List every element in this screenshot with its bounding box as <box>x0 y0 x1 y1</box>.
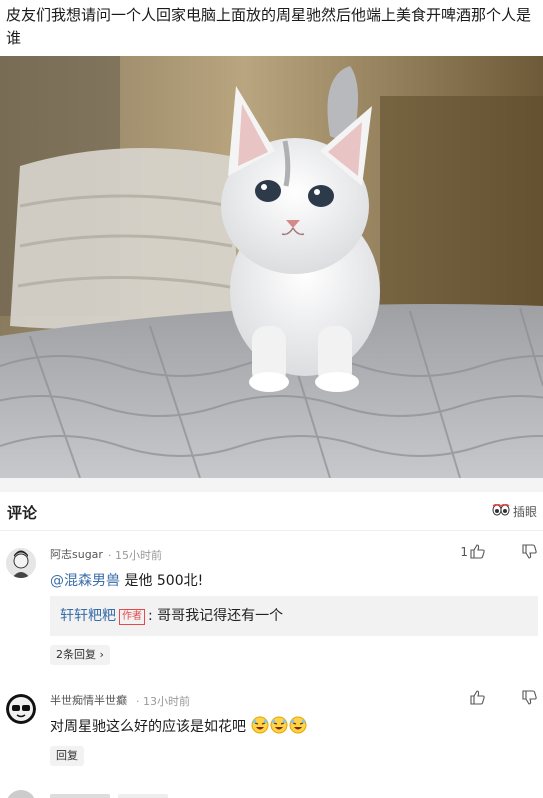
comment-time: · 13小时前 <box>136 695 190 708</box>
comment-username[interactable]: 半世痴情半世癫 <box>50 692 127 708</box>
reply-button[interactable]: 回复 <box>50 746 84 766</box>
ins-button[interactable]: 插眼 <box>492 503 537 520</box>
view-replies-button[interactable]: 2条回复 › <box>50 645 110 665</box>
thumbs-up-icon <box>470 544 485 559</box>
reply-preview[interactable]: 轩轩粑粑 作者: 哥哥我记得还有一个 <box>50 596 538 636</box>
comment-body: 对周星驰这么好的应该是如花吧 <box>50 719 246 735</box>
comment-text: 对周星驰这么好的应该是如花吧 <box>50 716 307 738</box>
post-title: 皮友们我想请问一个人回家电脑上面放的周星驰然后他端上美食开啤酒那个人是谁 <box>6 6 532 47</box>
thumbs-down-icon[interactable] <box>522 544 537 563</box>
comment-item: 阿志sugar · 15小时前 1 @混森男兽 是他 500北! 轩轩粑粑 作者:… <box>0 544 543 676</box>
post-image[interactable] <box>0 56 543 478</box>
comment-item: 半世痴情半世癫 · 13小时前 对周星驰这么好的应该是如花吧 回复 <box>0 690 543 772</box>
reply-username[interactable]: 轩轩粑粑 <box>60 608 116 624</box>
avatar[interactable] <box>6 548 36 578</box>
comment-text: @混森男兽 是他 500北! <box>50 570 203 590</box>
like-count: 1 <box>460 544 468 559</box>
username-placeholder <box>50 794 110 798</box>
avatar[interactable] <box>6 694 36 724</box>
time-placeholder <box>118 794 168 798</box>
reply-text: : 哥哥我记得还有一个 <box>148 608 284 624</box>
thumbs-down-icon[interactable] <box>522 690 537 709</box>
comment-body: 是他 500北! <box>120 573 204 589</box>
author-badge: 作者 <box>119 609 145 625</box>
eyes-icon <box>492 503 510 519</box>
mention-link[interactable]: @混森男兽 <box>50 573 120 589</box>
like-button[interactable]: 1 <box>460 544 485 559</box>
comments-title: 评论 <box>7 504 38 522</box>
avatar <box>6 790 36 798</box>
section-divider <box>0 478 543 492</box>
laughing-emoji-icon <box>289 716 307 738</box>
comment-username[interactable]: 阿志sugar <box>50 546 103 562</box>
comment-time: · 15小时前 <box>108 549 162 562</box>
laughing-emoji-icon <box>251 716 269 738</box>
next-comment-partial <box>0 788 543 798</box>
like-button[interactable] <box>468 690 485 705</box>
laughing-emoji-icon <box>270 716 288 738</box>
ins-label: 插眼 <box>512 505 537 519</box>
thumbs-up-icon <box>470 690 485 705</box>
comments-header: 评论 插眼 <box>0 492 543 531</box>
